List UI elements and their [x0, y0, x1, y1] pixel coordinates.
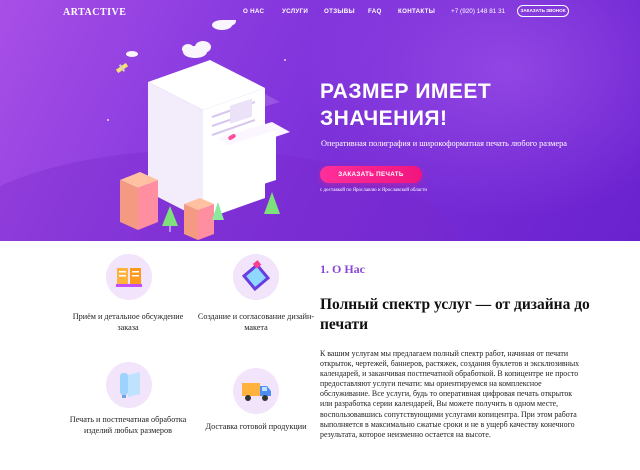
section-title: Полный спектр услуг — от дизайна до печа… [320, 296, 590, 333]
service-label-design: Создание и согласование дизайн-макета [197, 312, 315, 332]
order-print-button[interactable]: ЗАКАЗАТЬ ПЕЧАТЬ [320, 166, 422, 183]
nav-item-services[interactable]: УСЛУГИ [282, 8, 308, 15]
nav-item-about[interactable]: О НАС [243, 8, 264, 15]
section-number: 1. О Нас [320, 262, 365, 276]
phone-number[interactable]: +7 (920) 148 81 31 [451, 8, 505, 15]
nav-item-contacts[interactable]: КОНТАКТЫ [398, 8, 435, 15]
hero-section: ARTACTIVE О НАС УСЛУГИ ОТЗЫВЫ FAQ КОНТАК… [0, 0, 640, 241]
service-label-order: Приём и детальное обсуждение заказа [72, 312, 184, 332]
section-body: К вашим услугам мы предлагаем полный спе… [320, 349, 580, 439]
design-icon [233, 254, 279, 300]
nav-item-faq[interactable]: FAQ [368, 8, 382, 15]
service-label-delivery: Доставка готовой продукции [205, 422, 307, 431]
book-icon [106, 254, 152, 300]
printing-illustration [107, 20, 290, 240]
nav-item-reviews[interactable]: ОТЗЫВЫ [324, 8, 355, 15]
brand-logo[interactable]: ARTACTIVE [63, 7, 126, 18]
paper-roll-icon [106, 362, 152, 408]
callback-button[interactable]: ЗАКАЗАТЬ ЗВОНОК [517, 5, 569, 17]
service-label-print: Печать и постпечатная обработка изделий … [69, 415, 187, 435]
truck-icon [233, 368, 279, 414]
hero-subtitle: Оперативная полиграфия и широкоформатная… [321, 139, 567, 148]
top-navigation: ARTACTIVE О НАС УСЛУГИ ОТЗЫВЫ FAQ КОНТАК… [0, 0, 640, 24]
delivery-note: с доставкой по Ярославлю и Ярославской о… [320, 188, 428, 193]
hero-title: РАЗМЕР ИМЕЕТ ЗНАЧЕНИЯ! [320, 80, 492, 130]
